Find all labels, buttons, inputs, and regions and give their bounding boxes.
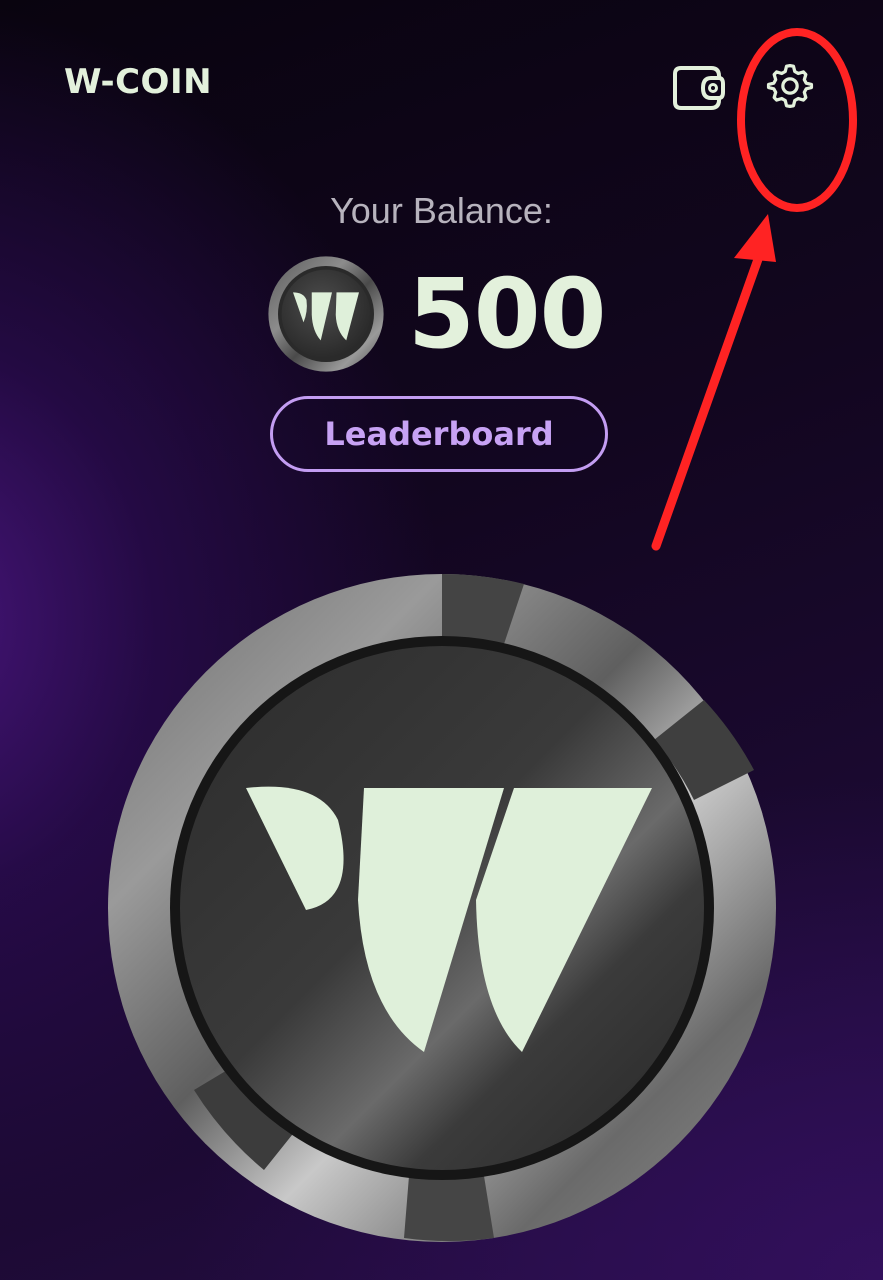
balance-value: 500 <box>408 258 606 370</box>
wallet-icon <box>673 66 725 110</box>
annotation-arrow-shaft <box>651 243 767 551</box>
gear-icon <box>766 64 814 108</box>
wallet-button[interactable] <box>668 58 728 118</box>
tap-coin[interactable] <box>104 570 780 1246</box>
coin-rim-notch <box>404 1176 494 1242</box>
balance-label: Your Balance: <box>330 190 553 231</box>
settings-button[interactable] <box>760 56 820 116</box>
w-coin-icon <box>268 256 384 372</box>
leaderboard-button[interactable]: Leaderboard <box>270 396 608 472</box>
app-title: W-COIN <box>64 62 213 102</box>
balance-display: 500 <box>266 254 606 374</box>
